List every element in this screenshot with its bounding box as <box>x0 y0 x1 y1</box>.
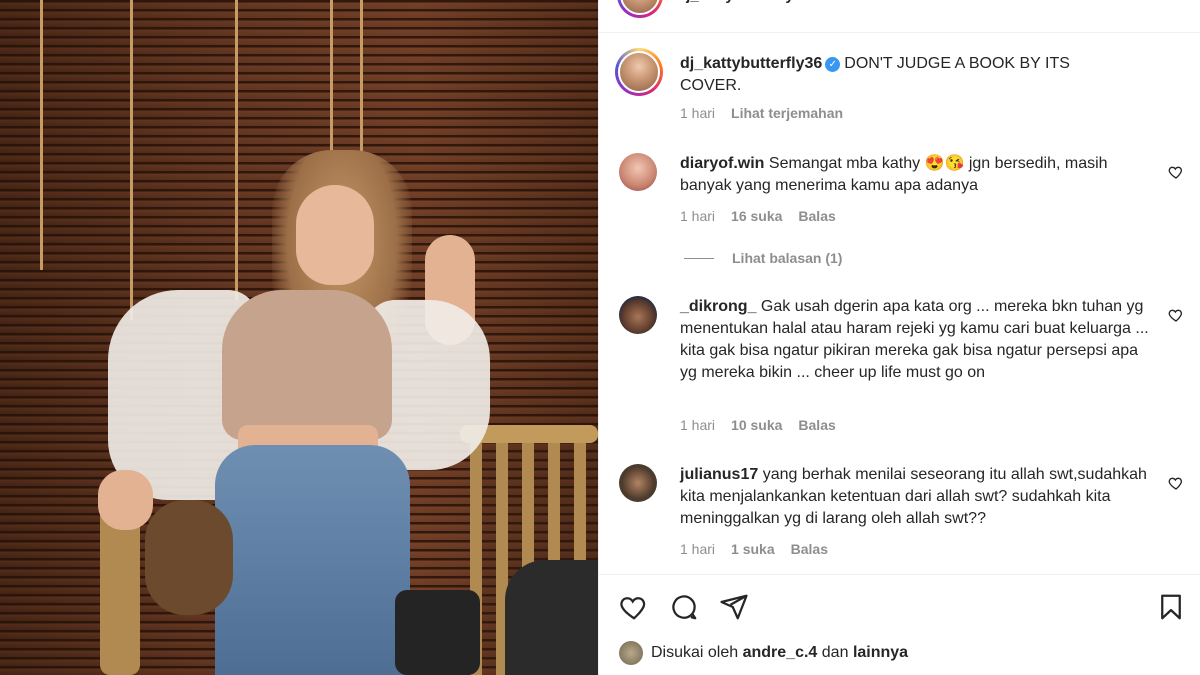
like-comment-heart-icon[interactable] <box>1168 307 1184 323</box>
post-header: dj_kattybutterfly36 <box>617 0 810 18</box>
person-top <box>222 290 392 440</box>
blind-cord <box>40 0 43 270</box>
blind-cord <box>235 0 238 300</box>
commenter-username[interactable]: julianus17 <box>680 466 758 483</box>
chair-seat <box>505 560 598 675</box>
cushion <box>395 590 480 675</box>
person-jeans <box>215 445 410 675</box>
bookmark-icon[interactable] <box>1156 592 1186 622</box>
comment-text-row: diaryof.win Semangat mba kathy 😍😘 jgn be… <box>680 153 1155 197</box>
liked-by: Disukai oleh andre_c.4 dan lainnya <box>619 641 908 665</box>
post-photo[interactable] <box>0 0 598 675</box>
commenter-username[interactable]: _dikrong_ <box>680 298 756 315</box>
replies-line <box>684 257 714 259</box>
divider <box>599 574 1200 575</box>
commenter-avatar[interactable] <box>619 296 657 334</box>
person-face <box>296 185 374 285</box>
comment-text-row: julianus17 yang berhak menilai seseorang… <box>680 464 1155 530</box>
view-replies-label[interactable]: Lihat balasan (1) <box>732 250 842 266</box>
caption-text-row: dj_kattybutterfly36 ✓ DON'T JUDGE A BOOK B… <box>680 53 1130 97</box>
commenter-avatar[interactable] <box>619 464 657 502</box>
comment-likes[interactable]: 10 suka <box>731 417 782 433</box>
comment-likes[interactable]: 1 suka <box>731 541 775 557</box>
reply-button[interactable]: Balas <box>798 208 835 224</box>
liked-by-conj: dan <box>821 644 849 661</box>
comment-time[interactable]: 1 hari <box>680 417 715 433</box>
comment-meta: 1 hari 1 suka Balas <box>680 541 828 557</box>
blind-cord <box>360 0 363 165</box>
comment-likes[interactable]: 16 suka <box>731 208 782 224</box>
like-comment-heart-icon[interactable] <box>1168 164 1184 180</box>
comment-text-row: _dikrong_ Gak usah dgerin apa kata org .… <box>680 296 1155 384</box>
caption-username[interactable]: dj_kattybutterfly36 <box>680 55 822 72</box>
person-hand <box>98 470 153 530</box>
comment-meta: 1 hari 16 suka Balas <box>680 208 836 224</box>
liked-by-prefix: Disukai oleh <box>651 644 739 661</box>
commenter-avatar[interactable] <box>619 153 657 191</box>
comment-meta: 1 hari 10 suka Balas <box>680 417 836 433</box>
reply-button[interactable]: Balas <box>791 541 828 557</box>
post-actions <box>619 592 749 622</box>
translate-link[interactable]: Lihat terjemahan <box>731 105 843 121</box>
view-replies[interactable]: Lihat balasan (1) <box>684 250 842 266</box>
author-username[interactable]: dj_kattybutterfly36 <box>677 0 810 4</box>
caption-time[interactable]: 1 hari <box>680 105 715 121</box>
divider <box>599 32 1200 33</box>
author-avatar[interactable] <box>617 0 663 18</box>
chair-arm <box>100 505 140 675</box>
liker-avatar[interactable] <box>619 641 643 665</box>
commenter-username[interactable]: diaryof.win <box>680 155 764 172</box>
bookmark-button[interactable] <box>1156 592 1186 627</box>
comment-time[interactable]: 1 hari <box>680 208 715 224</box>
comment-icon[interactable] <box>669 592 699 622</box>
verified-icon: ✓ <box>825 57 841 72</box>
caption-meta: 1 hari Lihat terjemahan <box>680 105 843 121</box>
reply-button[interactable]: Balas <box>798 417 835 433</box>
heart-icon[interactable] <box>619 592 649 622</box>
liker-username[interactable]: andre_c.4 <box>743 644 818 662</box>
caption-avatar[interactable] <box>615 48 663 96</box>
handbag <box>145 500 233 615</box>
blind-cord <box>130 0 133 320</box>
post-side-panel: dj_kattybutterfly36 dj_kattybutterfly36✓… <box>598 0 1200 675</box>
like-comment-heart-icon[interactable] <box>1168 475 1184 491</box>
liked-by-others[interactable]: lainnya <box>853 644 908 662</box>
share-icon[interactable] <box>719 592 749 622</box>
comment-time[interactable]: 1 hari <box>680 541 715 557</box>
blind-cord <box>330 0 333 160</box>
